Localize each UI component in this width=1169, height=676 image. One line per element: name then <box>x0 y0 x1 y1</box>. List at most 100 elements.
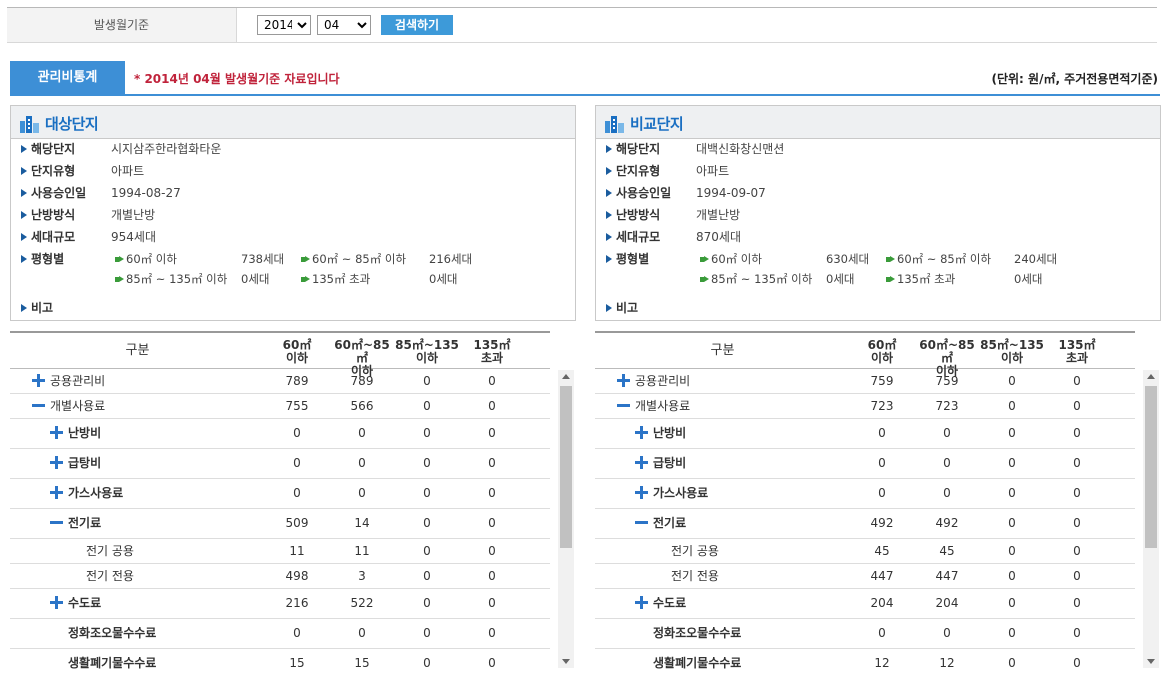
bullet-arrow-icon <box>606 304 612 312</box>
expand-plus-icon[interactable] <box>635 426 648 439</box>
search-button[interactable]: 검색하기 <box>381 15 453 35</box>
green-arrow-icon <box>119 256 124 262</box>
table-row[interactable]: 가스사용료 0 0 0 0 <box>595 479 1135 509</box>
size-count: 240세대 <box>1014 252 1058 266</box>
col-85-135: 85㎡~135 이하 <box>395 338 459 365</box>
expand-plus-icon[interactable] <box>50 426 63 439</box>
table-row[interactable]: 전기 공용 11 11 0 0 <box>10 539 550 564</box>
table-row[interactable]: 개별사용료 755 566 0 0 <box>10 394 550 419</box>
scroll-down-icon[interactable] <box>1147 659 1155 664</box>
scroll-up-icon[interactable] <box>562 374 570 379</box>
cell-value: 498 <box>285 569 309 583</box>
table-row[interactable]: 공용관리비 789 789 0 0 <box>10 369 550 394</box>
year-select[interactable]: 2014 <box>257 15 311 35</box>
size-text: 60㎡ 이하 <box>711 252 762 266</box>
bullet-arrow-icon <box>21 189 27 197</box>
table-row[interactable]: 전기료 509 14 0 0 <box>10 509 550 539</box>
info-key: 세대규모 <box>31 230 76 244</box>
tab-management-fee-stats[interactable]: 관리비통계 <box>10 61 125 94</box>
scroll-down-icon[interactable] <box>562 659 570 664</box>
cell-value: 0 <box>878 486 886 500</box>
row-name: 정화조오물수수료 <box>595 619 741 648</box>
green-arrow-icon <box>305 276 310 282</box>
collapse-minus-icon[interactable] <box>617 399 630 412</box>
table-row[interactable]: 공용관리비 759 759 0 0 <box>595 369 1135 394</box>
size-label: 85㎡ ~ 135㎡ 이하 <box>115 270 227 288</box>
panel-title: 비교단지 <box>630 115 684 133</box>
row-name: 난방비 <box>595 419 686 448</box>
bullet-arrow-icon <box>606 255 612 263</box>
scroll-up-icon[interactable] <box>1147 374 1155 379</box>
row-name: 전기 공용 <box>595 539 719 563</box>
info-row: 단지유형 아파트 <box>21 162 144 180</box>
info-row: 해당단지 대백신화창신맨션 <box>606 140 784 158</box>
info-row: 세대규모 954세대 <box>21 228 156 246</box>
row-name: 가스사용료 <box>10 479 123 508</box>
row-name: 공용관리비 <box>595 369 690 393</box>
table-row[interactable]: 전기 공용 45 45 0 0 <box>595 539 1135 564</box>
expand-plus-icon[interactable] <box>635 486 648 499</box>
size-label: 135㎡ 초과 <box>886 270 955 288</box>
cell-value: 0 <box>358 626 366 640</box>
expand-plus-icon[interactable] <box>617 374 630 387</box>
cell-value: 0 <box>293 426 301 440</box>
cell-value: 0 <box>488 544 496 558</box>
table-row[interactable]: 급탕비 0 0 0 0 <box>595 449 1135 479</box>
cell-value: 0 <box>423 456 431 470</box>
row-name: 정화조오물수수료 <box>10 619 156 648</box>
cell-value: 0 <box>1073 374 1081 388</box>
row-label: 생활폐기물수수료 <box>68 656 157 670</box>
table-row[interactable]: 수도료 204 204 0 0 <box>595 589 1135 619</box>
info-key: 세대규모 <box>616 230 661 244</box>
scroll-thumb[interactable] <box>1145 386 1157 548</box>
cell-value: 0 <box>1008 399 1016 413</box>
row-label: 급탕비 <box>653 456 687 470</box>
table-row[interactable]: 전기료 492 492 0 0 <box>595 509 1135 539</box>
table-row[interactable]: 전기 전용 498 3 0 0 <box>10 564 550 589</box>
collapse-minus-icon[interactable] <box>50 516 63 529</box>
table-row[interactable]: 급탕비 0 0 0 0 <box>10 449 550 479</box>
table-row[interactable]: 난방비 0 0 0 0 <box>595 419 1135 449</box>
building-icon <box>605 116 624 133</box>
table-row[interactable]: 수도료 216 522 0 0 <box>10 589 550 619</box>
table-row[interactable]: 정화조오물수수료 0 0 0 0 <box>10 619 550 649</box>
info-row-note: 비고 <box>21 299 111 317</box>
table-row[interactable]: 전기 전용 447 447 0 0 <box>595 564 1135 589</box>
table-row[interactable]: 가스사용료 0 0 0 0 <box>10 479 550 509</box>
row-label: 개별사용료 <box>635 399 691 413</box>
col-gubun: 구분 <box>710 343 735 358</box>
table-row[interactable]: 생활폐기물수수료 15 15 0 0 <box>10 649 550 671</box>
collapse-minus-icon[interactable] <box>32 399 45 412</box>
info-row-size: 평형별 <box>606 250 696 268</box>
col-over-135: 135㎡ 초과 <box>473 338 511 365</box>
panel-header: 대상단지 <box>11 106 575 139</box>
row-label: 급탕비 <box>68 456 102 470</box>
expand-plus-icon[interactable] <box>50 486 63 499</box>
compare-complex-panel: 비교단지 해당단지 대백신화창신맨션 단지유형 아파트 사용승인일 1994-09-07 난… <box>595 105 1161 321</box>
table-row[interactable]: 생활폐기물수수료 12 12 0 0 <box>595 649 1135 671</box>
collapse-minus-icon[interactable] <box>635 516 648 529</box>
expand-plus-icon[interactable] <box>635 456 648 469</box>
size-text: 135㎡ 초과 <box>897 272 956 286</box>
table-row[interactable]: 정화조오물수수료 0 0 0 0 <box>595 619 1135 649</box>
bullet-arrow-icon <box>21 233 27 241</box>
info-value: 870세대 <box>696 230 741 244</box>
cell-value: 0 <box>423 426 431 440</box>
compare-table-scrollbar[interactable] <box>1143 370 1159 668</box>
expand-plus-icon[interactable] <box>635 596 648 609</box>
cell-value: 0 <box>1073 569 1081 583</box>
table-row[interactable]: 난방비 0 0 0 0 <box>10 419 550 449</box>
scroll-thumb[interactable] <box>560 386 572 548</box>
target-table-scrollbar[interactable] <box>558 370 574 668</box>
expand-plus-icon[interactable] <box>50 456 63 469</box>
month-select[interactable]: 04 <box>317 15 371 35</box>
col-over-135: 135㎡ 초과 <box>1058 338 1096 365</box>
size-label: 60㎡ 이하 <box>700 250 762 268</box>
table-body: 공용관리비 789 789 0 0 개별사용료 755 566 0 0 난방비 0 0 0 0 급탕비 0 0 0 0… <box>10 369 550 671</box>
cell-value: 0 <box>358 456 366 470</box>
expand-plus-icon[interactable] <box>32 374 45 387</box>
info-row: 해당단지 시지삼주한라협화타운 <box>21 140 221 158</box>
cell-value: 3 <box>358 569 366 583</box>
table-row[interactable]: 개별사용료 723 723 0 0 <box>595 394 1135 419</box>
expand-plus-icon[interactable] <box>50 596 63 609</box>
